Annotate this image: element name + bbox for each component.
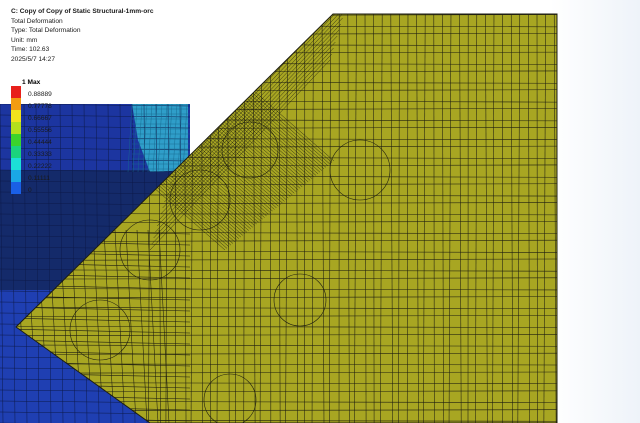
result-time: Time: 102.63 — [11, 46, 50, 54]
legend-value: 0.33333 — [28, 151, 52, 158]
legend-value: 0.11111 — [28, 175, 50, 182]
graphics-viewport[interactable]: C: Copy of Copy of Static Structural-1mm… — [0, 0, 640, 423]
legend-swatch — [11, 170, 21, 182]
legend-value: 0.77778 — [28, 103, 52, 110]
result-title: C: Copy of Copy of Static Structural-1mm… — [11, 8, 154, 15]
legend-value: 0.88889 — [28, 91, 52, 98]
legend-swatch — [11, 146, 21, 158]
legend-value: 0.55556 — [28, 127, 52, 134]
result-name: Total Deformation — [11, 17, 63, 25]
legend-swatch — [11, 98, 21, 110]
result-type: Type: Total Deformation — [11, 27, 81, 35]
result-unit: Unit: mm — [11, 36, 38, 44]
legend-swatch — [11, 122, 21, 134]
legend-value: 0.44444 — [28, 139, 52, 146]
legend-swatch — [11, 182, 21, 194]
legend-swatch — [11, 86, 21, 98]
legend-value: 0.22222 — [28, 163, 52, 170]
result-header: C: Copy of Copy of Static Structural-1mm… — [11, 7, 154, 65]
legend-swatch — [11, 134, 21, 146]
legend-swatch — [11, 158, 21, 170]
result-date: 2025/5/7 14:27 — [11, 55, 55, 63]
legend-max-label: 1 Max — [22, 79, 41, 86]
legend-swatch — [11, 110, 21, 122]
legend-value: 0 — [28, 187, 32, 194]
legend-value: 0.66667 — [28, 115, 52, 122]
